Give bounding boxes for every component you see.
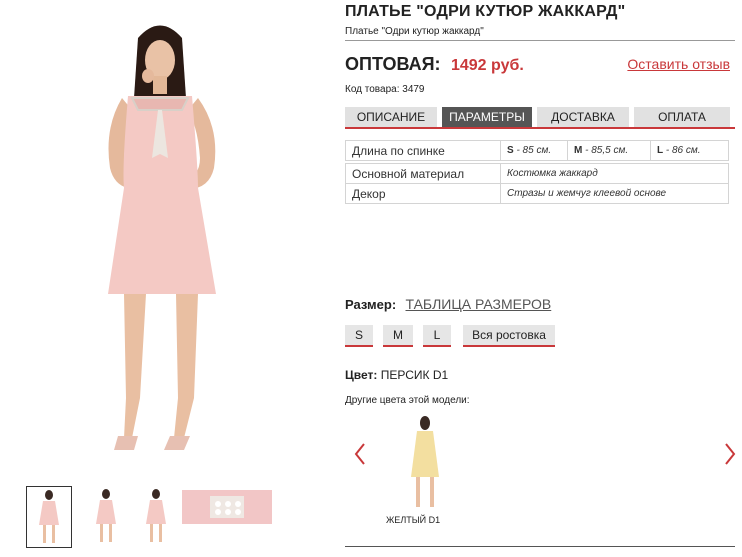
color-row: Цвет: ПЕРСИК D1 <box>345 368 448 382</box>
price-value: 1492 руб. <box>450 57 524 74</box>
param-length-label: Длина по спинке <box>345 140 501 161</box>
other-color-yellow-label[interactable]: ЖЕЛТЫЙ D1 <box>386 515 440 525</box>
tab-payment[interactable]: ОПЛАТА <box>634 107 730 127</box>
tabs-underline <box>345 127 735 129</box>
param-length-s: S - 85 см. <box>500 140 568 161</box>
thumbnail-side[interactable] <box>86 486 126 548</box>
leave-review-link[interactable]: Оставить отзыв <box>627 56 730 72</box>
param-decor-label: Декор <box>345 183 501 204</box>
parameters-table: Длина по спинке S - 85 см. M - 85,5 см. … <box>345 140 729 204</box>
title-divider <box>345 40 735 41</box>
table-row: Декор Стразы и жемчуг клеевой основе <box>345 183 729 204</box>
param-material-value: Костюмка жаккард <box>500 163 729 184</box>
tab-delivery[interactable]: ДОСТАВКА <box>537 107 629 127</box>
table-row: Основной материал Костюмка жаккард <box>345 163 729 184</box>
product-main-photo[interactable] <box>60 18 260 458</box>
tab-description[interactable]: ОПИСАНИЕ <box>345 107 437 127</box>
product-tabs: ОПИСАНИЕ ПАРАМЕТРЫ ДОСТАВКА ОПЛАТА <box>345 107 735 129</box>
size-m-button[interactable]: M <box>383 325 413 347</box>
thumbnail-back[interactable] <box>138 486 174 548</box>
thumbnail-front[interactable] <box>26 486 72 548</box>
other-color-yellow-photo[interactable] <box>395 415 455 513</box>
price-row: ОПТОВАЯ: 1492 руб. Оставить отзыв <box>345 54 735 78</box>
bottom-divider <box>345 546 735 547</box>
thumbnail-fabric-detail[interactable] <box>182 490 272 524</box>
param-length-m: M - 85,5 см. <box>567 140 651 161</box>
size-l-button[interactable]: L <box>423 325 451 347</box>
product-code: Код товара: 3479 <box>345 84 425 95</box>
carousel-next-icon[interactable] <box>724 442 736 471</box>
size-row: Размер: ТАБЛИЦА РАЗМЕРОВ <box>345 296 551 312</box>
color-label: Цвет: <box>345 368 378 382</box>
thumbnail-strip <box>26 486 286 550</box>
product-title: ПЛАТЬЕ "ОДРИ КУТЮР ЖАККАРД" <box>345 3 626 20</box>
product-subtitle: Платье "Одри кутюр жаккард" <box>345 26 484 37</box>
param-decor-value: Стразы и жемчуг клеевой основе <box>500 183 729 204</box>
table-row: Длина по спинке S - 85 см. M - 85,5 см. … <box>345 140 729 161</box>
size-s-button[interactable]: S <box>345 325 373 347</box>
param-material-label: Основной материал <box>345 163 501 184</box>
size-table-link[interactable]: ТАБЛИЦА РАЗМЕРОВ <box>406 296 552 312</box>
price-label: ОПТОВАЯ: <box>345 54 441 74</box>
color-value: ПЕРСИК D1 <box>380 368 449 382</box>
size-label: Размер: <box>345 297 397 312</box>
carousel-prev-icon[interactable] <box>354 442 366 471</box>
param-length-l: L - 86 см. <box>650 140 729 161</box>
size-all-button[interactable]: Вся ростовка <box>463 325 555 347</box>
tab-parameters[interactable]: ПАРАМЕТРЫ <box>442 107 532 127</box>
other-colors-label: Другие цвета этой модели: <box>345 395 470 406</box>
